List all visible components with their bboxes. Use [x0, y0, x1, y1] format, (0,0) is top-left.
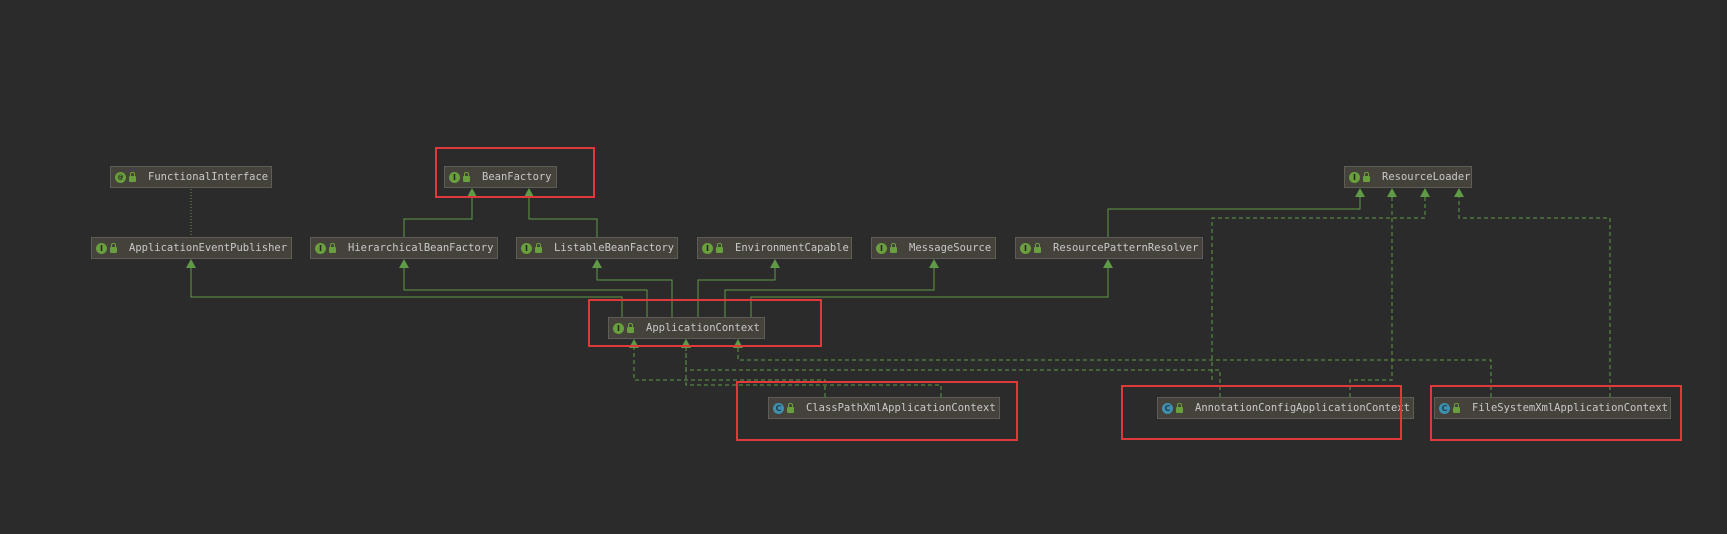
- node-label: ApplicationEventPublisher: [129, 242, 288, 254]
- lock-icon: [1034, 242, 1041, 253]
- edge-appcontext-to-eventpublisher: [186, 259, 623, 317]
- node-functional-interface[interactable]: @ FunctionalInterface: [110, 166, 272, 188]
- highlight-annotation-config-application-context: [1121, 385, 1402, 440]
- node-label: ListableBeanFactory: [554, 242, 675, 254]
- node-label: FunctionalInterface: [148, 171, 269, 183]
- node-listable-bean-factory[interactable]: I ListableBeanFactory: [516, 237, 678, 259]
- node-application-event-publisher[interactable]: I ApplicationEventPublisher: [91, 237, 292, 259]
- edge-annotation-to-resourceloader-2: [1211, 188, 1430, 380]
- edge-annotation-to-resourceloader: [1349, 188, 1397, 397]
- node-label: HierarchicalBeanFactory: [348, 242, 494, 254]
- lock-icon: [329, 242, 336, 253]
- node-label: ResourcePatternResolver: [1053, 242, 1199, 254]
- interface-icon: I: [876, 242, 887, 254]
- interface-icon: I: [96, 242, 107, 254]
- node-resource-pattern-resolver[interactable]: I ResourcePatternResolver: [1015, 237, 1203, 259]
- node-label: MessageSource: [909, 242, 992, 254]
- uml-diagram-canvas: @ FunctionalInterface I BeanFactory I Re…: [0, 0, 1727, 534]
- edges-layer: [186, 188, 1611, 397]
- interface-icon: I: [1020, 242, 1031, 254]
- lock-icon: [129, 171, 136, 182]
- highlight-class-path-xml-application-context: [736, 381, 1018, 441]
- highlight-bean-factory: [435, 147, 595, 198]
- node-message-source[interactable]: I MessageSource: [871, 237, 996, 259]
- edge-filesystem-to-resourceloader: [1454, 188, 1611, 397]
- highlight-file-system-xml-application-context: [1430, 385, 1682, 441]
- lock-icon: [1363, 171, 1370, 182]
- annotation-icon: @: [115, 171, 126, 183]
- node-label: ResourceLoader: [1382, 171, 1471, 183]
- interface-icon: I: [521, 242, 532, 254]
- lock-icon: [890, 242, 897, 253]
- lock-icon: [535, 242, 542, 253]
- lock-icon: [110, 242, 117, 253]
- interface-icon: I: [1349, 171, 1360, 183]
- node-hierarchical-bean-factory[interactable]: I HierarchicalBeanFactory: [310, 237, 498, 259]
- edge-resourcepatternresolver-to-resourceloader: [1107, 188, 1365, 237]
- lock-icon: [716, 242, 723, 253]
- highlight-application-context: [588, 299, 822, 347]
- node-label: EnvironmentCapable: [735, 242, 849, 254]
- interface-icon: I: [702, 242, 713, 254]
- node-resource-loader[interactable]: I ResourceLoader: [1344, 166, 1472, 188]
- node-environment-capable[interactable]: I EnvironmentCapable: [697, 237, 852, 259]
- interface-icon: I: [315, 242, 326, 254]
